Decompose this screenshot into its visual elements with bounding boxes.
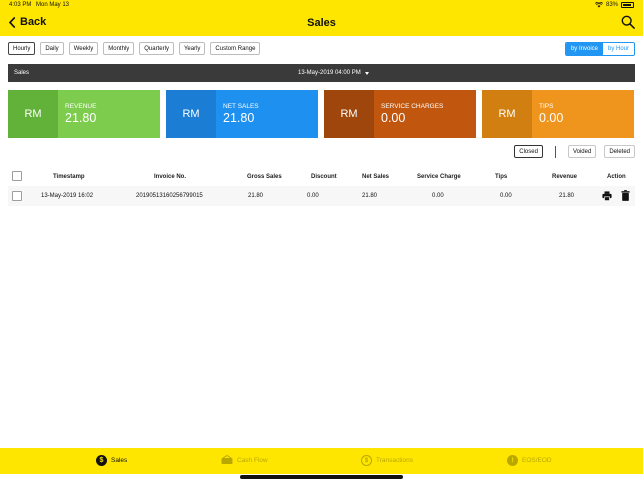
currency-label: RM — [324, 90, 374, 138]
col-service-charge: Service Charge — [417, 174, 461, 180]
row-checkbox[interactable] — [12, 191, 22, 201]
filter-custom-range[interactable]: Custom Range — [210, 42, 261, 55]
caret-down-icon — [364, 72, 369, 75]
status-filter: Closed Voided Deleted — [514, 145, 635, 158]
home-indicator — [240, 475, 403, 479]
filter-quarterly[interactable]: Quarterly — [139, 42, 174, 55]
sales-bar-label: Sales — [14, 70, 30, 76]
cell-service-charge: 0.00 — [432, 193, 444, 199]
by-hour-button[interactable]: by Hour — [602, 43, 634, 55]
top-bar: 4:03 PM Mon May 13 83% Back Sales — [0, 0, 643, 36]
col-net-sales: Net Sales — [362, 174, 390, 180]
currency-label: RM — [482, 90, 532, 138]
period-filters: Hourly Daily Weekly Monthly Quarterly Ye… — [8, 42, 261, 55]
cell-gross-sales: 21.80 — [248, 193, 264, 199]
summary-cards: RM REVENUE 21.80 RM NET SALES 21.80 RM S… — [8, 90, 635, 138]
filter-hourly[interactable]: Hourly — [8, 42, 36, 55]
cell-revenue: 21.80 — [559, 193, 575, 199]
view-toggle: by Invoice by Hour — [564, 42, 635, 56]
status-date: Mon May 13 — [36, 2, 70, 8]
card-title: NET SALES — [223, 103, 259, 110]
transactions-icon: $ — [361, 455, 372, 466]
dollar-icon: $ — [96, 455, 107, 466]
table-header: Timestamp Invoice No. Gross Sales Discou… — [8, 168, 635, 186]
sales-header-bar: Sales 13-May-2019 04:00 PM — [8, 64, 635, 82]
nav-sales-label: Sales — [111, 457, 128, 464]
filter-weekly[interactable]: Weekly — [68, 42, 99, 55]
battery-percent: 83% — [605, 2, 618, 8]
nav-eos-label: EOS/EOD — [522, 457, 552, 464]
card-value: 21.80 — [65, 111, 97, 125]
currency-label: RM — [166, 90, 216, 138]
net-sales-card: RM NET SALES 21.80 — [166, 90, 318, 138]
nav-eos-eod[interactable]: ! EOS/EOD — [507, 455, 552, 466]
cash-flow-icon — [221, 455, 233, 464]
card-title: SERVICE CHARGES — [381, 103, 444, 110]
page-title: Sales — [307, 17, 336, 29]
deleted-button[interactable]: Deleted — [604, 145, 635, 158]
divider — [554, 145, 556, 158]
status-right: 83% — [594, 2, 634, 8]
clock-icon: ! — [507, 455, 518, 466]
col-gross-sales: Gross Sales — [247, 174, 282, 180]
cell-tips: 0.00 — [500, 193, 512, 199]
sales-table: Timestamp Invoice No. Gross Sales Discou… — [8, 168, 635, 206]
nav-sales[interactable]: $ Sales — [96, 455, 127, 466]
card-title: REVENUE — [65, 103, 97, 110]
card-value: 0.00 — [539, 111, 564, 125]
select-all-checkbox[interactable] — [12, 171, 22, 181]
tips-card: RM TIPS 0.00 — [482, 90, 634, 138]
trash-icon[interactable] — [621, 190, 630, 201]
cell-invoice: 20190513160256799015 — [136, 193, 203, 199]
filter-daily[interactable]: Daily — [40, 42, 64, 55]
col-discount: Discount — [311, 174, 337, 180]
status-bar: 4:03 PM Mon May 13 83% — [0, 0, 643, 12]
col-revenue: Revenue — [552, 174, 578, 180]
card-value: 0.00 — [381, 111, 406, 125]
col-tips: Tips — [495, 174, 508, 180]
printer-icon[interactable] — [602, 191, 612, 201]
revenue-card: RM REVENUE 21.80 — [8, 90, 160, 138]
search-icon[interactable] — [621, 15, 635, 29]
voided-button[interactable]: Voided — [567, 145, 597, 158]
nav-transactions[interactable]: $ Transactions — [361, 455, 413, 466]
by-invoice-button[interactable]: by Invoice — [565, 43, 603, 55]
wifi-icon — [594, 2, 603, 8]
card-title: TIPS — [539, 103, 554, 110]
filter-monthly[interactable]: Monthly — [103, 42, 135, 55]
cell-timestamp: 13-May-2019 16:02 — [41, 193, 94, 199]
col-invoice: Invoice No. — [154, 174, 187, 180]
date-selector[interactable]: 13-May-2019 04:00 PM — [298, 70, 369, 76]
date-selector-value: 13-May-2019 04:00 PM — [298, 70, 361, 76]
battery-icon — [621, 2, 634, 8]
nav-cash-flow[interactable]: Cash Flow — [221, 455, 268, 465]
service-charges-card: RM SERVICE CHARGES 0.00 — [324, 90, 476, 138]
cell-discount: 0.00 — [307, 193, 319, 199]
nav-cash-flow-label: Cash Flow — [237, 456, 268, 464]
status-time: 4:03 PM — [9, 2, 32, 8]
closed-button[interactable]: Closed — [514, 145, 543, 158]
col-action: Action — [607, 174, 626, 180]
card-value: 21.80 — [223, 111, 255, 125]
cell-net-sales: 21.80 — [362, 193, 378, 199]
col-timestamp: Timestamp — [53, 174, 85, 180]
bottom-nav: $ Sales Cash Flow $ Transactions ! EOS/E… — [0, 448, 643, 474]
nav-transactions-label: Transactions — [376, 457, 413, 464]
filter-yearly[interactable]: Yearly — [178, 42, 206, 55]
table-row[interactable]: 13-May-2019 16:02 20190513160256799015 2… — [8, 186, 635, 206]
currency-label: RM — [8, 90, 58, 138]
